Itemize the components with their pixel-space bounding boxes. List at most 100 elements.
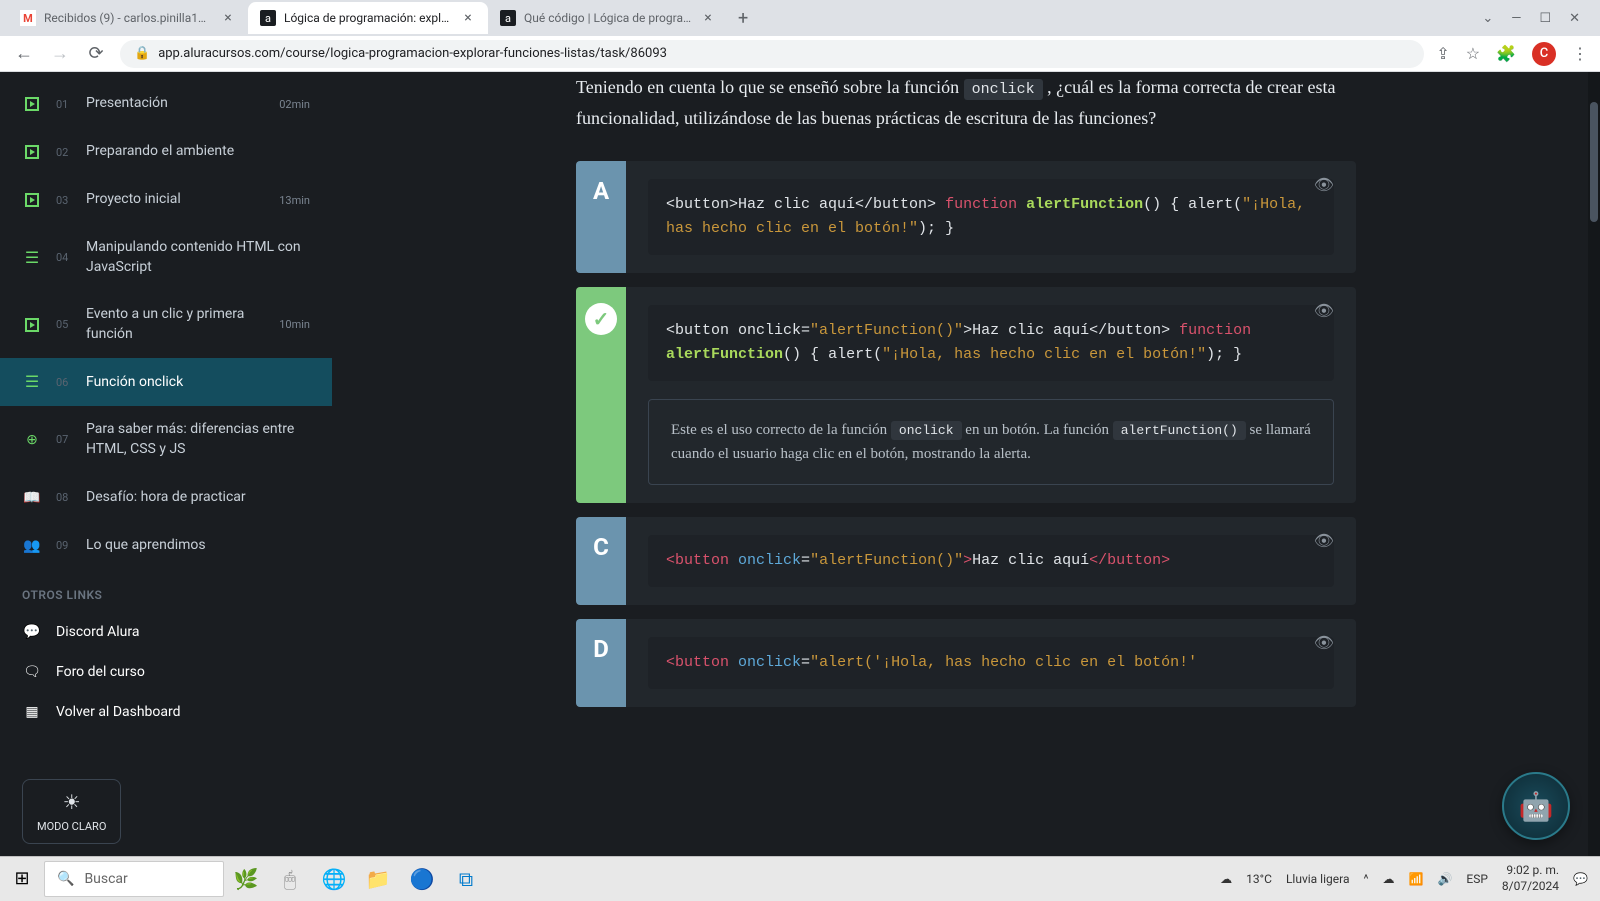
link-discord[interactable]: 💬 Discord Alura	[0, 612, 332, 652]
lesson-number: 08	[56, 491, 72, 504]
address-bar[interactable]: 🔒 app.aluracursos.com/course/logica-prog…	[120, 40, 1424, 68]
back-button[interactable]: ←	[12, 43, 36, 64]
profile-avatar[interactable]: C	[1532, 42, 1556, 66]
tray-onedrive-icon[interactable]: ☁	[1383, 872, 1395, 886]
sun-icon: ☀	[63, 790, 81, 814]
theme-toggle-button[interactable]: ☀ MODO CLARO	[22, 779, 121, 844]
eye-icon[interactable]: 👁	[1314, 531, 1334, 550]
code-block-a: <button>Haz clic aquí</button> function …	[648, 179, 1334, 255]
reload-button[interactable]: ⟳	[84, 43, 108, 64]
share-icon[interactable]: ⇪	[1436, 44, 1449, 63]
search-placeholder: Buscar	[84, 871, 127, 887]
browser-toolbar: ← → ⟳ 🔒 app.aluracursos.com/course/logic…	[0, 36, 1600, 72]
option-letter-a: A	[576, 161, 626, 273]
lesson-title: Desafío: hora de practicar	[86, 488, 310, 508]
quiz-option-d[interactable]: D 👁 <button onclick="alert('¡Hola, has h…	[576, 619, 1356, 707]
scrollbar[interactable]	[1588, 72, 1600, 856]
eye-icon[interactable]: 👁	[1314, 175, 1334, 194]
link-dashboard[interactable]: ▦ Volver al Dashboard	[0, 692, 332, 732]
lesson-number: 02	[56, 146, 72, 159]
sidebar-item-manipulando[interactable]: ☰ 04 Manipulando contenido HTML con Java…	[0, 224, 332, 291]
taskbar-search[interactable]: 🔍 Buscar	[44, 861, 224, 897]
sidebar-item-desafio[interactable]: 📖 08 Desafío: hora de practicar	[0, 474, 332, 522]
dashboard-icon: ▦	[22, 702, 42, 722]
lesson-number: 01	[56, 98, 72, 111]
minimize-button[interactable]: —	[1511, 11, 1521, 26]
taskbar-clock[interactable]: 9:02 p. m. 8/07/2024	[1502, 863, 1559, 894]
sidebar-item-proyecto[interactable]: 03 Proyecto inicial 13min	[0, 176, 332, 224]
taskbar-vscode[interactable]: ⧉	[444, 857, 488, 901]
sidebar-item-aprendimos[interactable]: 👥 09 Lo que aprendimos	[0, 522, 332, 570]
lesson-title: Lo que aprendimos	[86, 536, 310, 556]
scrollbar-thumb[interactable]	[1590, 102, 1598, 222]
explanation-box: Este es el uso correcto de la función on…	[648, 399, 1334, 485]
play-icon	[22, 94, 42, 114]
start-button[interactable]: ⊞	[0, 857, 44, 901]
taskbar-explorer[interactable]: 📁	[356, 857, 400, 901]
close-window-button[interactable]: ✕	[1569, 11, 1580, 26]
extension-icon[interactable]: 🧩	[1496, 44, 1516, 63]
forward-button[interactable]: →	[48, 43, 72, 64]
lesson-title: Proyecto inicial	[86, 190, 265, 210]
lesson-number: 04	[56, 251, 72, 264]
sidebar-item-funcion-onclick[interactable]: ☰ 06 Función onclick	[0, 358, 332, 406]
taskbar-widget[interactable]: 🌿	[224, 857, 268, 901]
chat-fab-button[interactable]: 🤖	[1502, 772, 1570, 840]
bookmark-icon[interactable]: ☆	[1466, 44, 1480, 63]
lesson-title: Manipulando contenido HTML con JavaScrip…	[86, 238, 310, 277]
close-icon[interactable]: ×	[460, 10, 476, 26]
browser-tab-alura-course[interactable]: a Lógica de programación: explora… ×	[248, 2, 488, 34]
tray-notification-icon[interactable]: 💬	[1573, 872, 1588, 886]
quiz-option-c[interactable]: C 👁 <button onclick="alertFunction()">Ha…	[576, 517, 1356, 605]
browser-chrome: M Recibidos (9) - carlos.pinilla1@d… × a…	[0, 0, 1600, 72]
tray-lang[interactable]: ESP	[1466, 872, 1488, 886]
sidebar-item-para-saber-mas[interactable]: ⊕ 07 Para saber más: diferencias entre H…	[0, 406, 332, 473]
code-block-b: <button onclick="alertFunction()">Haz cl…	[648, 305, 1334, 381]
lesson-title: Para saber más: diferencias entre HTML, …	[86, 420, 310, 459]
question-text: Teniendo en cuenta lo que se enseñó sobr…	[576, 72, 1356, 133]
tab-strip: M Recibidos (9) - carlos.pinilla1@d… × a…	[0, 0, 1600, 36]
checkmark-icon: ✓	[585, 303, 617, 335]
code-block-d: <button onclick="alert('¡Hola, has hecho…	[648, 637, 1334, 689]
sidebar-bottom: ☀ MODO CLARO	[0, 767, 332, 856]
menu-icon[interactable]: ⋮	[1572, 44, 1588, 63]
lesson-title: Función onclick	[86, 373, 310, 393]
option-letter-c: C	[576, 517, 626, 605]
plus-circle-icon: ⊕	[22, 430, 42, 450]
people-icon: 👥	[22, 536, 42, 556]
maximize-button[interactable]: ☐	[1539, 11, 1551, 26]
tray-chevron-icon[interactable]: ^	[1363, 872, 1368, 886]
quiz-option-a[interactable]: A 👁 <button>Haz clic aquí</button> funct…	[576, 161, 1356, 273]
eye-icon[interactable]: 👁	[1314, 301, 1334, 320]
close-icon[interactable]: ×	[220, 10, 236, 26]
main-content: Teniendo en cuenta lo que se enseñó sobr…	[332, 72, 1600, 856]
browser-tab-gmail[interactable]: M Recibidos (9) - carlos.pinilla1@d… ×	[8, 2, 248, 34]
sidebar-item-evento[interactable]: 05 Evento a un clic y primera función 10…	[0, 291, 332, 358]
lesson-title: Presentación	[86, 94, 265, 114]
close-icon[interactable]: ×	[700, 10, 716, 26]
link-foro[interactable]: 🗨 Foro del curso	[0, 652, 332, 692]
robot-icon: 🤖	[1519, 790, 1554, 823]
weather-icon[interactable]: ☁	[1220, 872, 1232, 886]
chevron-down-icon[interactable]: ⌄	[1482, 11, 1493, 26]
quiz-option-b[interactable]: ✓ 👁 <button onclick="alertFunction()">Ha…	[576, 287, 1356, 503]
play-icon	[22, 190, 42, 210]
sidebar-item-presentacion[interactable]: 01 Presentación 02min	[0, 80, 332, 128]
sidebar-section-otros: OTROS LINKS	[0, 570, 332, 612]
taskbar-chrome[interactable]: 🔵	[400, 857, 444, 901]
forum-icon: 🗨	[22, 662, 42, 682]
tray-volume-icon[interactable]: 🔊	[1437, 872, 1452, 886]
eye-icon[interactable]: 👁	[1314, 633, 1334, 652]
taskbar-edge[interactable]: 🌐	[312, 857, 356, 901]
browser-tab-alura-code[interactable]: a Qué código | Lógica de program… ×	[488, 2, 728, 34]
play-icon	[22, 315, 42, 335]
tray-wifi-icon[interactable]: 📶	[1409, 872, 1424, 886]
taskbar-mouse[interactable]: 🖱	[268, 857, 312, 901]
new-tab-button[interactable]: +	[728, 8, 758, 29]
windows-taskbar: ⊞ 🔍 Buscar 🌿 🖱 🌐 📁 🔵 ⧉ ☁ 13°C Lluvia lig…	[0, 856, 1600, 900]
inline-code: onclick	[891, 421, 962, 440]
book-icon: 📖	[22, 488, 42, 508]
code-block-c: <button onclick="alertFunction()">Haz cl…	[648, 535, 1334, 587]
discord-icon: 💬	[22, 622, 42, 642]
sidebar-item-preparando[interactable]: 02 Preparando el ambiente	[0, 128, 332, 176]
